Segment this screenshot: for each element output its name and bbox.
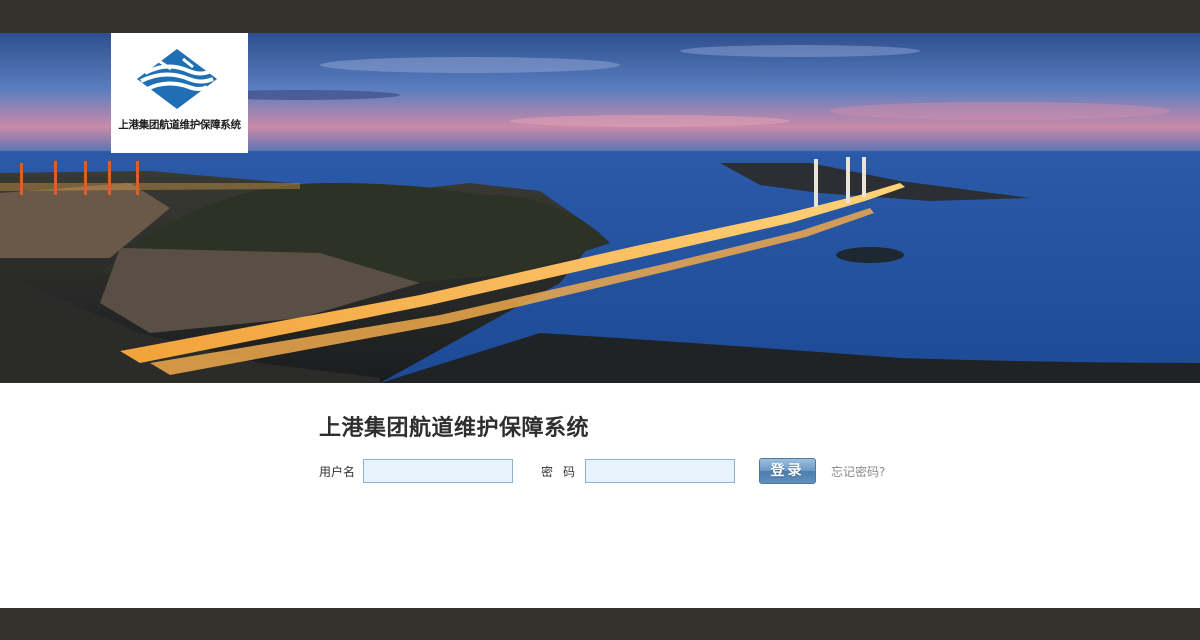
top-frame-bar — [0, 0, 1200, 33]
username-field[interactable] — [363, 459, 513, 483]
password-label: 密码 — [541, 465, 586, 479]
page-title: 上港集团航道维护保障系统 — [319, 416, 590, 441]
password-field[interactable] — [585, 459, 735, 483]
forgot-password-link[interactable]: 忘记密码? — [831, 463, 885, 480]
wave-logo-icon — [137, 49, 217, 109]
login-button[interactable]: 登录 — [759, 458, 816, 484]
username-label: 用户名 — [319, 465, 356, 479]
company-logo: 上港集团航道维护保障系统 — [111, 33, 248, 153]
bottom-frame-bar — [0, 608, 1200, 640]
logo-caption: 上港集团航道维护保障系统 — [118, 119, 241, 131]
